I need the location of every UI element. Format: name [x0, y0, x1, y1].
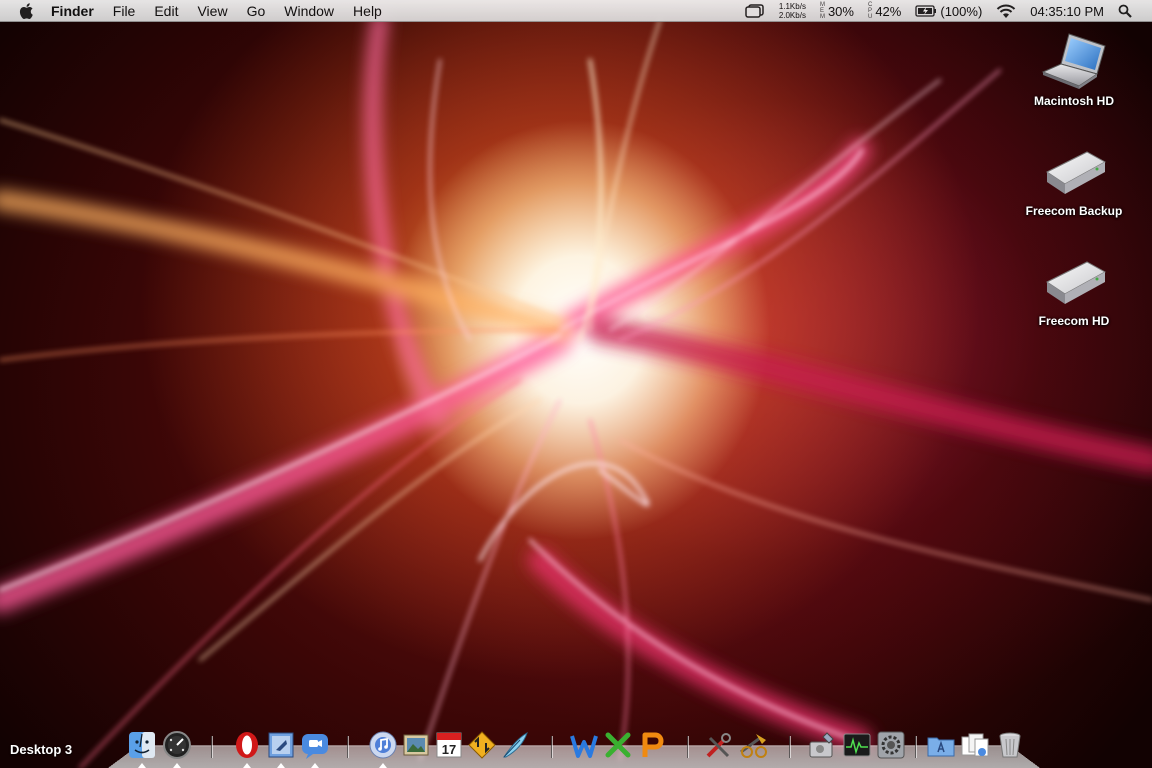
menu-bar: Finder File Edit View Go Window Help 1.1…: [0, 0, 1152, 22]
dock-documents-stack-icon[interactable]: [960, 730, 990, 760]
cpu-label: CPU: [867, 2, 873, 20]
running-indicator: [311, 763, 319, 768]
battery-percent: (100%): [940, 3, 983, 19]
spaces-icon[interactable]: [745, 4, 765, 18]
dock-separator: [789, 736, 790, 758]
dock-ichat-icon[interactable]: [300, 730, 330, 760]
dock-separator: [347, 736, 348, 758]
dock-trash-icon[interactable]: [995, 730, 1025, 760]
dock-xcode-icon[interactable]: [738, 730, 768, 760]
dock-activity-monitor-icon[interactable]: [842, 730, 872, 760]
running-indicator: [243, 763, 251, 768]
menu-edit[interactable]: Edit: [154, 3, 178, 19]
dock-applications-folder-icon[interactable]: [926, 730, 956, 760]
dock-opera-icon[interactable]: [232, 730, 262, 760]
dock-itunes-icon[interactable]: [368, 730, 398, 760]
network-upload-rate: 1.1Kb/s: [778, 2, 806, 11]
dock-mail-icon[interactable]: [266, 730, 296, 760]
dock-separator: [915, 736, 916, 758]
dock-separator: [687, 736, 688, 758]
external-drive-icon: [1039, 142, 1109, 202]
dock-system-preferences-icon[interactable]: [876, 730, 906, 760]
menu-view[interactable]: View: [197, 3, 227, 19]
dock-finder-icon[interactable]: [127, 730, 157, 760]
dock-word-icon[interactable]: [569, 730, 599, 760]
desktop-icon-macintosh-hd[interactable]: Macintosh HD: [1014, 32, 1134, 108]
network-speed-meter[interactable]: 1.1Kb/s 2.0Kb/s: [779, 2, 806, 20]
menu-help[interactable]: Help: [353, 3, 382, 19]
cpu-meter[interactable]: CPU 42%: [868, 2, 901, 20]
memory-percent: 30%: [827, 3, 854, 19]
running-indicator: [277, 763, 285, 768]
dock-quill-icon[interactable]: [500, 730, 530, 760]
battery-status[interactable]: (100%): [915, 4, 982, 19]
cpu-percent: 42%: [875, 3, 902, 19]
dock-powerpoint-icon[interactable]: [637, 730, 667, 760]
dock: 17: [0, 728, 1152, 768]
menu-clock[interactable]: 04:35:10 PM: [1030, 4, 1104, 19]
running-indicator: [379, 763, 387, 768]
menu-window[interactable]: Window: [284, 3, 334, 19]
external-drive-icon: [1039, 252, 1109, 312]
ical-date: 17: [442, 742, 456, 757]
dock-disk-utility-icon[interactable]: [807, 730, 837, 760]
network-download-rate: 2.0Kb/s: [778, 11, 806, 20]
dock-separator: [211, 736, 212, 758]
dock-tools-icon[interactable]: [704, 730, 734, 760]
apple-menu-icon[interactable]: [17, 1, 37, 21]
dock-transmit-icon[interactable]: [467, 730, 497, 760]
menu-extras: 1.1Kb/s 2.0Kb/s MEM 30% CPU 42% (100%) 0…: [745, 0, 1152, 22]
battery-icon: [915, 5, 937, 17]
desktop-icon-label: Macintosh HD: [1033, 94, 1114, 108]
dock-iphoto-icon[interactable]: [401, 730, 431, 760]
laptop-icon: [1039, 32, 1109, 92]
menu-file[interactable]: File: [113, 3, 136, 19]
desktop-wallpaper: [0, 0, 1152, 768]
memory-label: MEM: [819, 2, 825, 20]
dock-dashboard-icon[interactable]: [162, 730, 192, 760]
wifi-icon[interactable]: [996, 4, 1016, 19]
desktop-icon-freecom-hd[interactable]: Freecom HD: [1014, 252, 1134, 328]
desktop-icon-label: Freecom HD: [1038, 314, 1110, 328]
memory-meter[interactable]: MEM 30%: [820, 2, 854, 20]
dock-excel-icon[interactable]: [603, 730, 633, 760]
running-indicator: [173, 763, 181, 768]
desktop-icon-label: Freecom Backup: [1025, 204, 1123, 218]
dock-separator: [551, 736, 552, 758]
dock-ical-icon[interactable]: 17: [434, 730, 464, 760]
menu-finder[interactable]: Finder: [51, 3, 94, 19]
running-indicator: [138, 763, 146, 768]
menu-go[interactable]: Go: [247, 3, 266, 19]
desktop-icon-freecom-backup[interactable]: Freecom Backup: [1014, 142, 1134, 218]
wallpaper-light-streaks: [0, 12, 1152, 768]
spotlight-search-icon[interactable]: [1118, 4, 1132, 18]
